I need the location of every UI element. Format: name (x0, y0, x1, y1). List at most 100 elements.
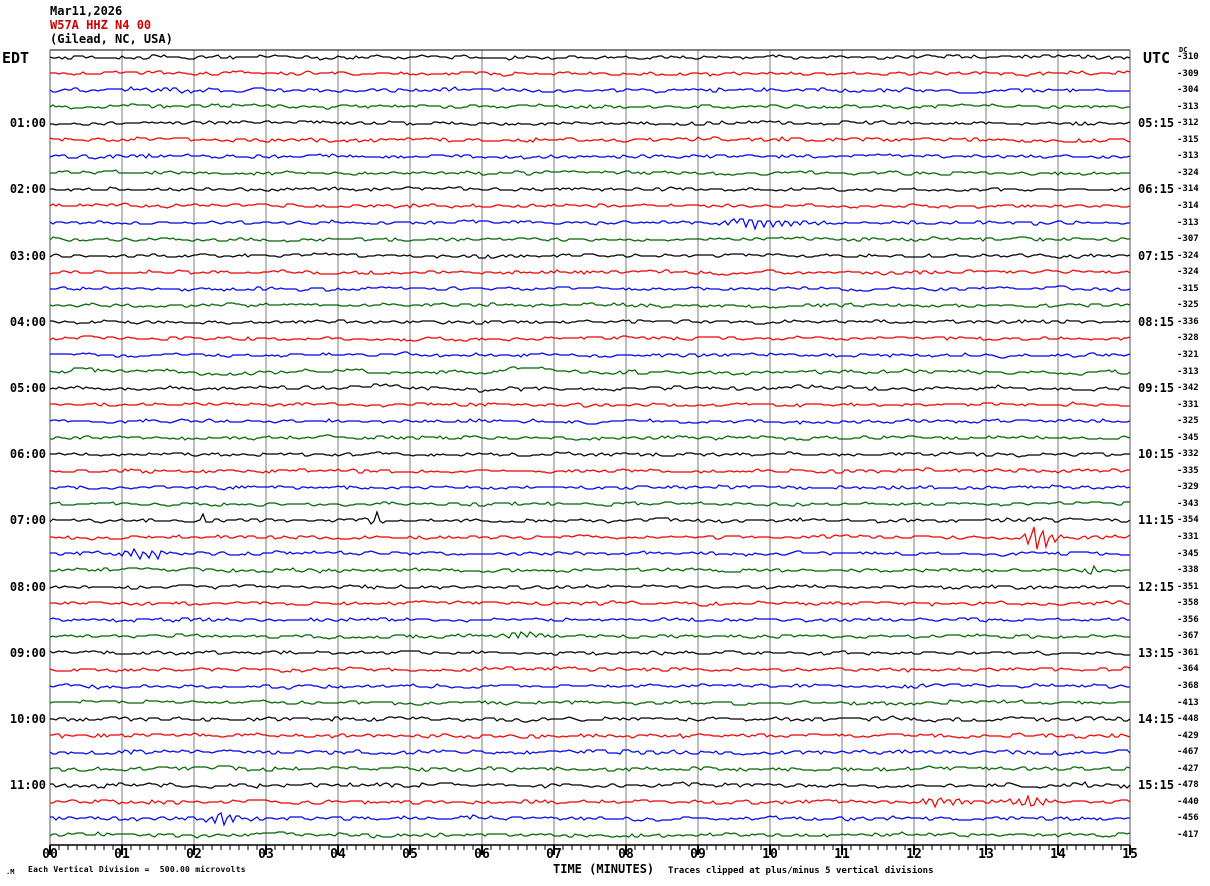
dc-value: -345 (1177, 548, 1199, 559)
trace-row-46 (50, 812, 1130, 827)
trace-row-0 (49, 54, 1131, 61)
trace-row-15 (49, 302, 1131, 309)
dc-value: -343 (1177, 498, 1199, 509)
trace-row-27 (49, 501, 1130, 507)
dc-value: -336 (1177, 316, 1199, 327)
trace-row-12 (49, 252, 1131, 259)
dc-value: -417 (1177, 829, 1199, 840)
plot-date: Mar11,2026 (50, 4, 123, 18)
dc-value: -356 (1177, 614, 1199, 625)
dc-value: -345 (1177, 432, 1199, 443)
dc-value: -310 (1177, 52, 1199, 62)
dc-value: -467 (1177, 747, 1199, 758)
dc-value: -331 (1177, 532, 1199, 543)
hour-label-right: 10:15 (1138, 447, 1175, 462)
hour-label-left: 08:00 (9, 579, 46, 594)
hour-label-right: 07:15 (1138, 248, 1175, 263)
trace-row-22 (49, 418, 1131, 425)
hour-label-left: 03:00 (9, 248, 46, 263)
dc-value: -367 (1177, 631, 1199, 642)
minute-tick-label: 08 (618, 847, 634, 862)
dc-value: -456 (1177, 813, 1199, 824)
hour-label-left: 04:00 (9, 314, 46, 329)
trace-row-39 (49, 699, 1130, 706)
hour-label-left: 06:00 (9, 447, 46, 462)
dc-value: -335 (1177, 465, 1199, 476)
hour-label-right: 08:15 (1138, 314, 1175, 329)
dc-value: -328 (1177, 333, 1199, 344)
hour-label-right: 05:15 (1138, 116, 1175, 131)
logo-glyph: .M (6, 868, 15, 876)
dc-value: -332 (1177, 449, 1199, 460)
trace-row-2 (49, 86, 1130, 94)
dc-value: -354 (1177, 515, 1199, 526)
hour-label-right: 11:15 (1138, 513, 1175, 528)
hour-label-left: 07:00 (9, 513, 46, 528)
dc-value: -313 (1177, 101, 1199, 112)
minute-tick-label: 07 (546, 847, 562, 862)
trace-row-7 (50, 169, 1130, 176)
trace-row-32 (49, 584, 1131, 590)
dc-value: -309 (1177, 68, 1199, 79)
dc-value: -413 (1177, 697, 1199, 708)
trace-row-33 (50, 600, 1130, 607)
minute-tick-label: 12 (906, 847, 922, 862)
trace-row-20 (49, 383, 1130, 393)
dc-value: -440 (1177, 796, 1199, 807)
trace-row-28 (49, 510, 1131, 525)
dc-value: -351 (1177, 581, 1199, 592)
trace-row-29 (50, 526, 1131, 550)
station-id: W57A HHZ N4 00 (50, 18, 152, 32)
dc-value: -364 (1177, 664, 1199, 675)
hour-label-right: 13:15 (1138, 645, 1175, 660)
dc-value: -324 (1177, 250, 1199, 261)
dc-value: -478 (1177, 780, 1199, 791)
right-timezone-header: UTC (1143, 49, 1171, 67)
minute-tick-label: 05 (402, 847, 418, 862)
trace-row-6 (49, 153, 1131, 160)
x-axis-label: TIME (MINUTES) (553, 862, 655, 876)
trace-row-31 (50, 564, 1130, 575)
trace-row-42 (49, 749, 1131, 756)
dc-value: -314 (1177, 184, 1199, 195)
dc-value: -427 (1177, 763, 1199, 774)
trace-row-47 (49, 831, 1131, 839)
minute-tick-label: 04 (330, 847, 346, 862)
minute-tick-label: 01 (114, 847, 130, 862)
minute-tick-label: 15 (1122, 847, 1138, 862)
minute-tick-label: 14 (1050, 847, 1066, 862)
dc-value: -324 (1177, 267, 1199, 278)
trace-row-45 (50, 794, 1131, 809)
dc-value: -314 (1177, 200, 1199, 211)
trace-row-10 (49, 218, 1130, 231)
dc-value: -307 (1177, 234, 1199, 245)
trace-row-16 (50, 319, 1131, 325)
dc-value: -342 (1177, 383, 1199, 394)
trace-row-4 (50, 120, 1131, 126)
helicorder-page: Mar11,2026 W57A HHZ N4 00 (Gilead, NC, U… (0, 0, 1210, 886)
hour-label-left: 11:00 (9, 778, 46, 793)
dc-value: -429 (1177, 730, 1199, 741)
trace-row-43 (49, 765, 1131, 773)
trace-row-37 (49, 666, 1131, 673)
dc-value: -324 (1177, 167, 1199, 178)
left-timezone-header: EDT (2, 49, 30, 67)
dc-value: -338 (1177, 565, 1199, 576)
trace-row-35 (49, 631, 1130, 640)
hour-label-right: 09:15 (1138, 381, 1175, 396)
minute-tick-label: 03 (258, 847, 274, 862)
trace-row-13 (49, 269, 1131, 276)
trace-row-8 (50, 186, 1131, 192)
trace-row-26 (50, 484, 1131, 491)
minute-tick-label: 11 (834, 847, 850, 862)
dc-value: -315 (1177, 134, 1199, 145)
trace-row-21 (50, 401, 1130, 408)
hour-label-right: 14:15 (1138, 712, 1175, 727)
dc-value: -313 (1177, 151, 1199, 162)
trace-row-19 (49, 366, 1131, 376)
dc-value: -313 (1177, 366, 1199, 377)
seismogram-plot (49, 49, 1131, 855)
minute-tick-label: 10 (762, 847, 778, 862)
dc-value: -361 (1177, 647, 1199, 658)
trace-row-24 (50, 451, 1130, 458)
